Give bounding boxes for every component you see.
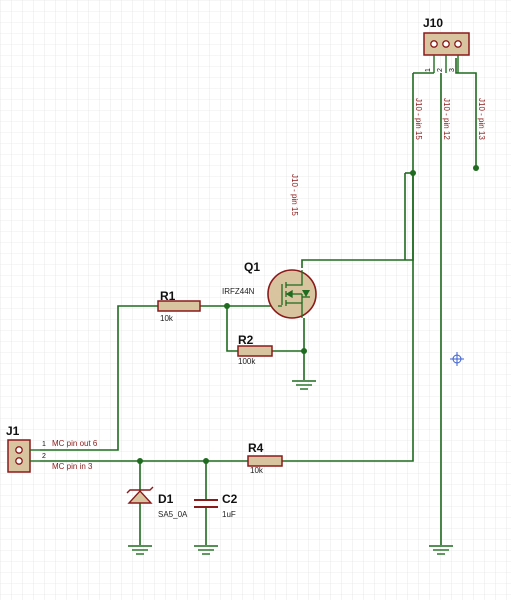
- j10-pin3-number: 3: [449, 68, 456, 72]
- r2-value: 100k: [238, 357, 256, 366]
- schematic-canvas[interactable]: J10 1 2 3 J10 - pin 15 J10 - pin 12 J10 …: [0, 0, 511, 600]
- net-label-mc-pin-in-3: MC pin in 3: [52, 462, 93, 471]
- j10-pin-hole: [454, 40, 462, 48]
- j1-pin1-number: 1: [42, 441, 46, 448]
- junction-dot: [203, 458, 209, 464]
- junction-dot: [473, 165, 479, 171]
- net-label-j10-pin12: J10 - pin 12: [442, 98, 451, 140]
- j10-pin-hole: [430, 40, 438, 48]
- d1-ref: D1: [158, 492, 174, 506]
- q1-value: IRFZ44N: [222, 287, 255, 296]
- j1-body: [7, 439, 31, 473]
- grid-background: [0, 0, 511, 600]
- net-label-j10-pin13: J10 - pin 13: [477, 98, 486, 140]
- net-label-j10-pin15: J10 - pin 15: [414, 98, 423, 140]
- j10-ref: J10: [423, 16, 443, 30]
- junction-dot: [410, 170, 416, 176]
- c2-value: 1uF: [222, 510, 236, 519]
- d1-value: SA5_0A: [158, 510, 188, 519]
- junction-dot: [301, 348, 307, 354]
- r4-ref: R4: [248, 441, 264, 455]
- junction-dot: [137, 458, 143, 464]
- r1-body: [157, 300, 201, 312]
- r2-ref: R2: [238, 333, 254, 347]
- net-label-gate: J10 - pin 15: [290, 174, 299, 216]
- q1-ref: Q1: [244, 260, 260, 274]
- j10-pin2-number: 2: [437, 68, 444, 72]
- junction-dot: [224, 303, 230, 309]
- net-label-mc-pin-out-6: MC pin out 6: [52, 439, 98, 448]
- r4-value: 10k: [250, 466, 264, 475]
- c2-ref: C2: [222, 492, 238, 506]
- j1-ref: J1: [6, 424, 20, 438]
- r4-body: [247, 455, 283, 467]
- r1-value: 10k: [160, 314, 174, 323]
- j1-pin2-number: 2: [42, 453, 46, 460]
- j1-pin-hole: [15, 446, 23, 454]
- j1-pin-hole: [15, 457, 23, 465]
- j10-pin1-number: 1: [425, 68, 432, 72]
- r2-body: [237, 345, 273, 357]
- j10-pin-hole: [442, 40, 450, 48]
